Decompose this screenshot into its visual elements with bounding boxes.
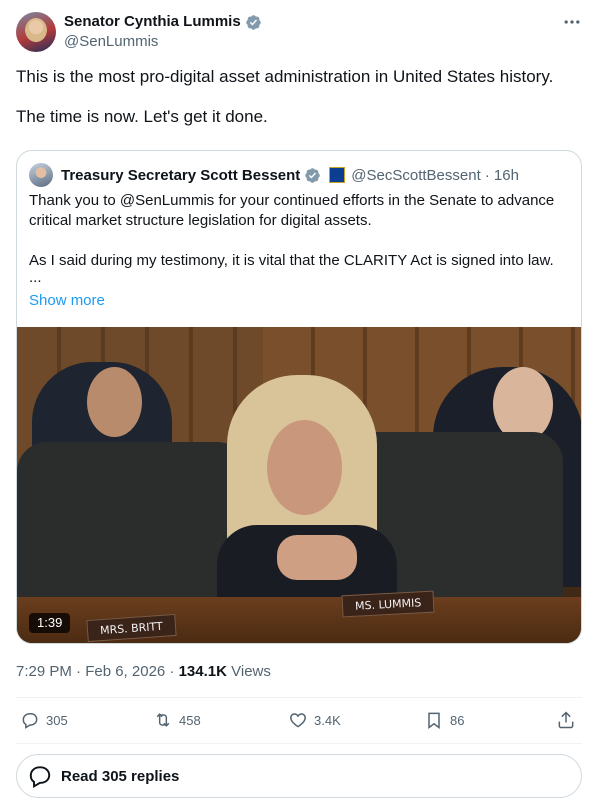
- tweet-paragraph: The time is now. Let's get it done.: [16, 107, 268, 126]
- quoted-tweet-card[interactable]: Treasury Secretary Scott Bessent @SecSco…: [16, 150, 582, 644]
- bookmark-count: 86: [450, 712, 465, 728]
- quoted-ellipsis: ...: [29, 269, 42, 286]
- video-duration: 1:39: [29, 613, 71, 633]
- quoted-tweet-time: · 16h: [484, 166, 519, 184]
- author-name-row: Senator Cynthia Lummis: [64, 12, 262, 32]
- heart-icon: [290, 713, 306, 728]
- share-button[interactable]: [556, 710, 576, 730]
- share-icon: [558, 711, 574, 729]
- read-replies-label: Read 305 replies: [61, 767, 180, 785]
- reply-icon: [22, 713, 38, 729]
- reply-count: 305: [46, 712, 68, 728]
- more-options-icon[interactable]: [562, 12, 582, 32]
- affiliation-seal-icon: [329, 167, 346, 183]
- video-face: [87, 367, 142, 437]
- nameplate-lummis: MS. LUMMIS: [341, 590, 435, 618]
- tweet-header: Senator Cynthia Lummis @SenLummis: [16, 10, 582, 54]
- author-avatar[interactable]: [16, 12, 56, 52]
- quoted-tweet-header: Treasury Secretary Scott Bessent @SecSco…: [29, 163, 519, 187]
- quoted-paragraph: As I said during my testimony, it is vit…: [29, 252, 554, 269]
- show-more-link[interactable]: Show more: [29, 291, 105, 311]
- divider: [16, 743, 582, 744]
- views-label: Views: [231, 663, 271, 680]
- repost-icon: [156, 713, 170, 727]
- quoted-author-display-name: Treasury Secretary Scott Bessent: [61, 166, 301, 184]
- repost-button[interactable]: 458: [153, 710, 201, 730]
- video-speaker-hands: [277, 535, 357, 580]
- tweet-text: This is the most pro-digital asset admin…: [16, 64, 586, 130]
- quoted-video[interactable]: MRS. BRITT MS. LUMMIS 1:39: [17, 327, 581, 643]
- bookmark-button[interactable]: 86: [424, 710, 464, 730]
- verified-badge-icon: [305, 167, 321, 183]
- quoted-tweet-text: Thank you to @SenLummis for your continu…: [29, 191, 574, 287]
- quoted-paragraph: Thank you to @SenLummis for your continu…: [29, 192, 555, 229]
- divider: [16, 697, 582, 698]
- tweet-paragraph: This is the most pro-digital asset admin…: [16, 67, 554, 86]
- video-face: [493, 367, 553, 442]
- tweet-meta: 7:29 PM · Feb 6, 2026 · 134.1K Views: [16, 662, 271, 682]
- quoted-author-handle: @SecScottBessent: [351, 166, 481, 184]
- video-speaker: [217, 375, 397, 643]
- reply-bubble-icon: [29, 766, 51, 788]
- author-display-name[interactable]: Senator Cynthia Lummis: [64, 12, 241, 32]
- video-speaker-face: [267, 420, 342, 515]
- author-handle[interactable]: @SenLummis: [64, 32, 158, 52]
- tweet-timestamp[interactable]: 7:29 PM · Feb 6, 2026 ·: [16, 663, 174, 680]
- bookmark-icon: [428, 712, 440, 729]
- action-bar: 305 458 3.4K 86: [16, 710, 582, 736]
- read-replies-button[interactable]: Read 305 replies: [16, 754, 582, 798]
- reply-button[interactable]: 305: [20, 710, 68, 730]
- views-count: 134.1K: [178, 663, 227, 680]
- like-button[interactable]: 3.4K: [288, 710, 341, 730]
- video-chair-left: [17, 442, 247, 622]
- verified-badge-icon: [245, 14, 261, 30]
- quoted-author-avatar: [29, 163, 53, 187]
- repost-count: 458: [179, 712, 201, 728]
- like-count: 3.4K: [314, 712, 341, 728]
